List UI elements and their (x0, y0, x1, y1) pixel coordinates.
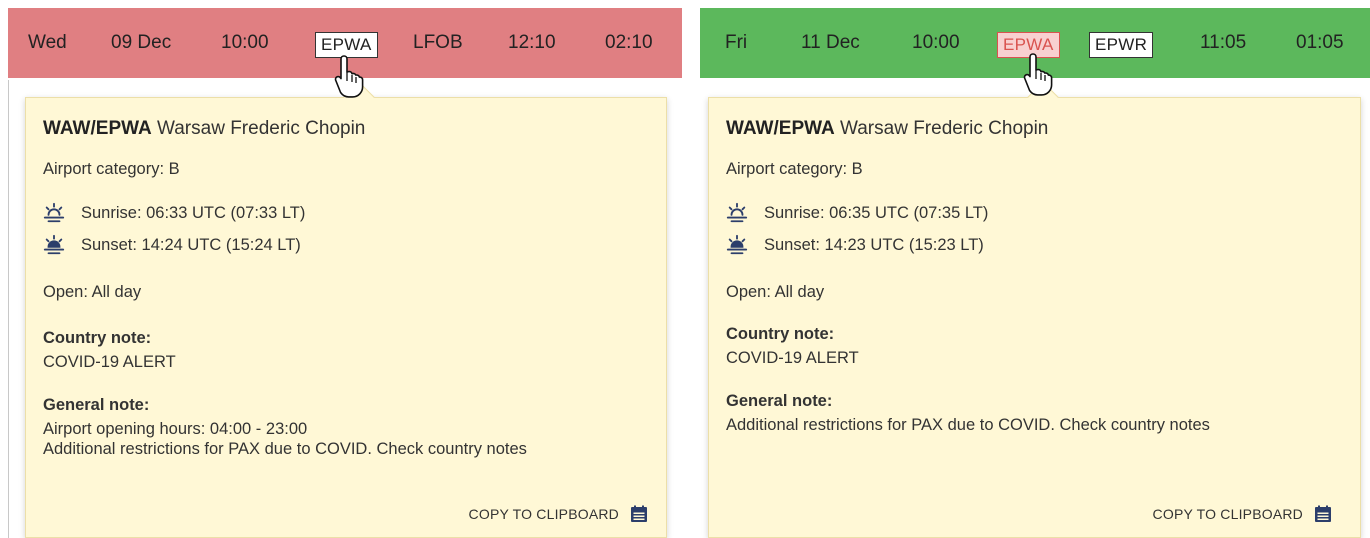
copy-button-label: COPY TO CLIPBOARD (1152, 506, 1303, 522)
opening-status: Open: All day (43, 283, 142, 301)
flight-duration: 01:05 (1296, 32, 1344, 53)
hand-pointer-cursor (1023, 53, 1053, 96)
departure-time: 10:00 (912, 32, 960, 53)
sunset-text: Sunset: 14:23 UTC (15:23 LT) (764, 235, 984, 254)
general-note-line-2: Additional restrictions for PAX due to C… (43, 440, 527, 458)
airport-name: Warsaw Frederic Chopin (834, 118, 1049, 139)
hand-pointer-cursor (334, 55, 364, 98)
airport-title: WAW/EPWA Warsaw Frederic Chopin (43, 118, 365, 140)
arrival-airport-code[interactable]: LFOB (413, 8, 463, 78)
sunrise-text: Sunrise: 06:35 UTC (07:35 LT) (764, 203, 989, 222)
arrival-airport-code[interactable]: EPWR (1089, 32, 1154, 58)
copy-button-label: COPY TO CLIPBOARD (468, 506, 619, 522)
airport-name: Warsaw Frederic Chopin (151, 118, 366, 139)
airport-info-card: WAW/EPWA Warsaw Frederic Chopin Airport … (708, 81, 1361, 538)
opening-status: Open: All day (726, 283, 825, 301)
airport-category: Airport category: B (726, 160, 863, 178)
sunset-icon (726, 234, 748, 255)
general-note-label: General note: (726, 392, 833, 410)
flight-date: 09 Dec (111, 32, 172, 53)
country-note-text: COVID-19 ALERT (43, 353, 176, 371)
flight-duration: 02:10 (605, 32, 653, 53)
sunset-text: Sunset: 14:24 UTC (15:24 LT) (81, 235, 301, 254)
sunset-icon (43, 234, 65, 255)
clipboard-icon (631, 505, 647, 522)
airport-code: WAW/EPWA (726, 118, 835, 139)
arrival-time: 11:05 (1200, 32, 1247, 53)
sunrise-row: Sunrise: 06:33 UTC (07:33 LT) (43, 202, 305, 224)
country-note-text: COVID-19 ALERT (726, 349, 859, 367)
sunrise-icon (43, 202, 65, 223)
sunrise-text: Sunrise: 06:33 UTC (07:33 LT) (81, 203, 306, 222)
general-note-line-1: Airport opening hours: 04:00 - 23:00 (43, 420, 308, 438)
copy-to-clipboard-button[interactable]: COPY TO CLIPBOARD (469, 505, 648, 523)
airport-title: WAW/EPWA Warsaw Frederic Chopin (726, 118, 1048, 140)
departure-time: 10:00 (221, 32, 269, 53)
airport-category: Airport category: B (43, 160, 180, 178)
arrival-time: 12:10 (508, 32, 556, 53)
flight-panel-left: Wed 09 Dec 10:00 EPWA LFOB 12:10 02:10 W… (0, 0, 690, 538)
sunset-row: Sunset: 14:24 UTC (15:24 LT) (43, 234, 301, 256)
airport-info-card: WAW/EPWA Warsaw Frederic Chopin Airport … (25, 81, 667, 538)
flight-day: Fri (725, 32, 748, 53)
sunset-row: Sunset: 14:23 UTC (15:23 LT) (726, 234, 984, 256)
flight-date: 11 Dec (801, 32, 860, 53)
flight-day: Wed (28, 32, 67, 53)
sunrise-icon (726, 202, 748, 223)
general-note-line-1: Additional restrictions for PAX due to C… (726, 416, 1210, 434)
clipboard-icon (1315, 505, 1331, 522)
general-note-label: General note: (43, 396, 150, 414)
country-note-label: Country note: (726, 325, 835, 343)
sunrise-row: Sunrise: 06:35 UTC (07:35 LT) (726, 202, 988, 224)
copy-to-clipboard-button[interactable]: COPY TO CLIPBOARD (1153, 505, 1332, 523)
airport-code: WAW/EPWA (43, 118, 152, 139)
flight-panel-right: Fri 11 Dec 10:00 EPWA EPWR 11:05 01:05 W… (690, 0, 1370, 538)
country-note-label: Country note: (43, 329, 152, 347)
